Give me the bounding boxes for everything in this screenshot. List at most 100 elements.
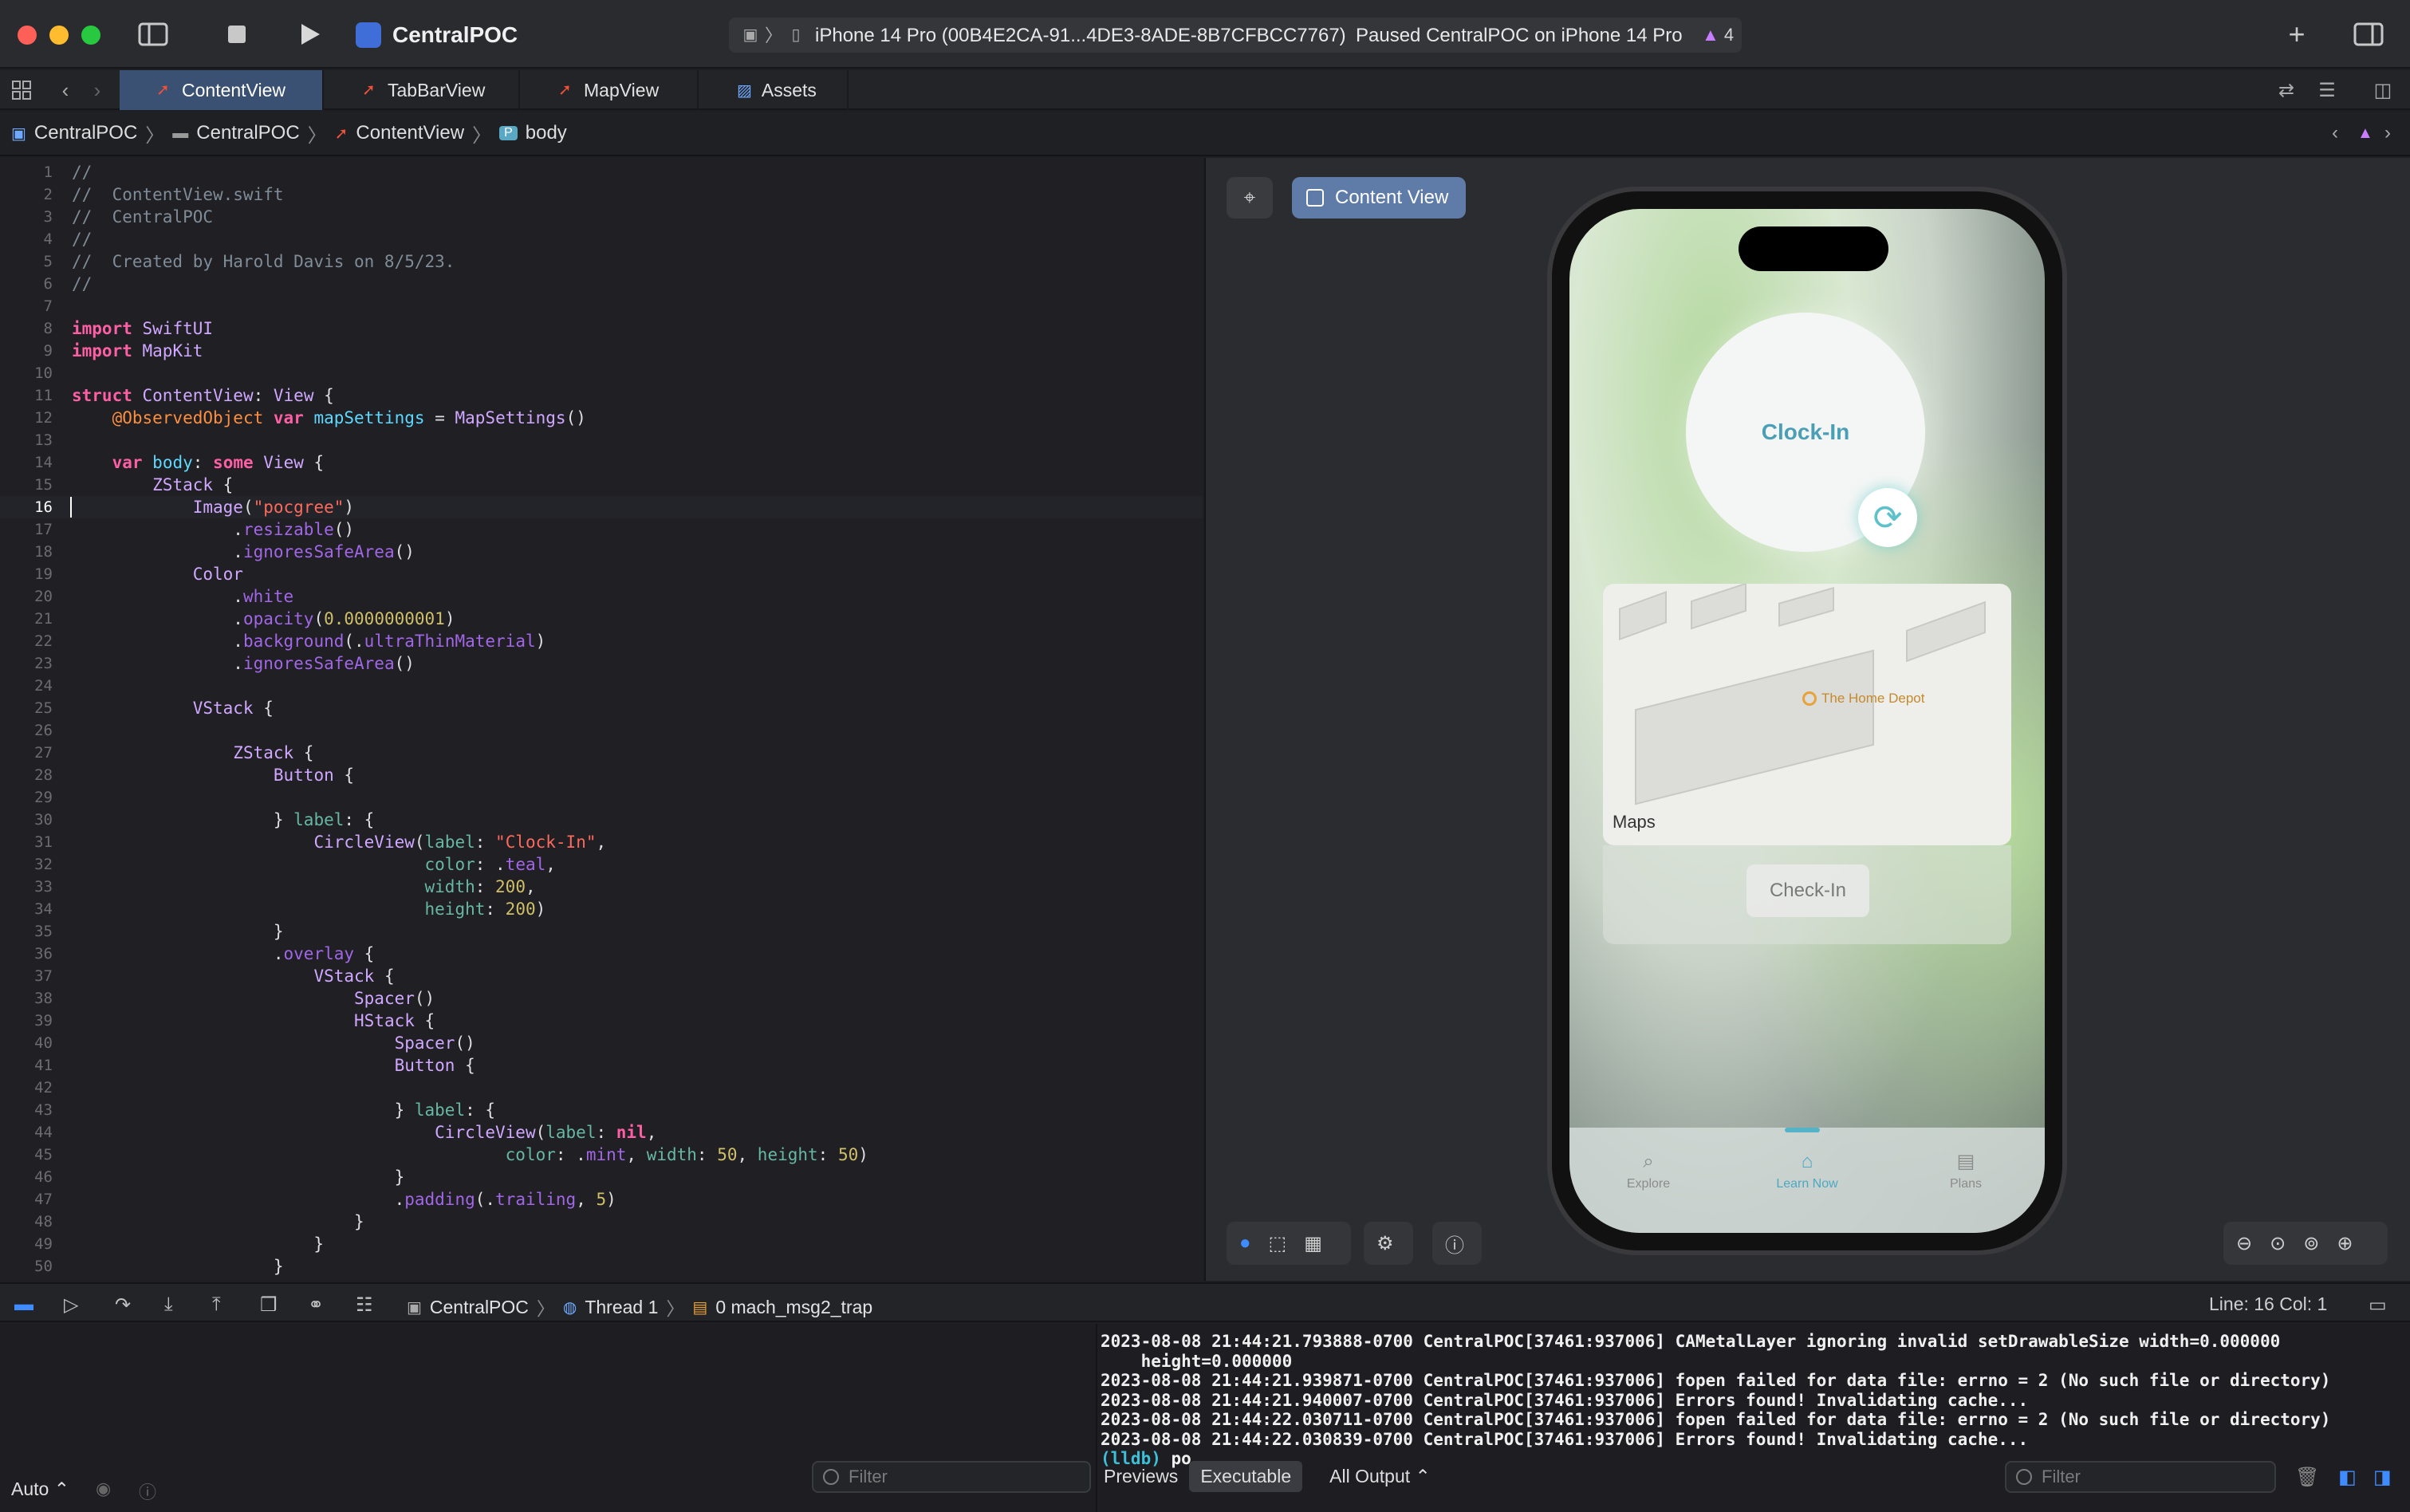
code-text[interactable]: } label: { <box>72 1099 495 1121</box>
line-number[interactable]: 48 <box>0 1211 53 1233</box>
maximize-window-button[interactable] <box>81 26 100 45</box>
warning-icon[interactable]: ▲ <box>2357 124 2373 143</box>
code-text[interactable]: .ignoresSafeArea() <box>72 652 415 675</box>
code-text[interactable]: // <box>72 273 92 295</box>
environment-overrides-icon[interactable]: ☷ <box>356 1293 373 1317</box>
code-text[interactable]: Image("pocgree") <box>72 496 354 518</box>
code-text[interactable]: Color <box>72 563 243 585</box>
refresh-icon[interactable]: ⟳ <box>1858 488 1917 547</box>
code-text[interactable]: HStack { <box>72 1010 435 1032</box>
navigator-toggle-icon[interactable] <box>137 18 169 51</box>
code-text[interactable]: .padding(.trailing, 5) <box>72 1188 616 1211</box>
line-number[interactable]: 39 <box>0 1010 53 1032</box>
device-screen[interactable]: Clock-In ⟳ The Home Depot Maps Check-In <box>1569 209 2045 1233</box>
code-text[interactable]: .ignoresSafeArea() <box>72 541 415 563</box>
line-number[interactable]: 43 <box>0 1099 53 1121</box>
code-text[interactable]: // <box>72 161 92 183</box>
code-text[interactable]: } <box>72 1233 324 1255</box>
line-number[interactable]: 6 <box>0 273 53 295</box>
line-number[interactable]: 36 <box>0 943 53 965</box>
code-text[interactable]: // <box>72 228 92 250</box>
line-number[interactable]: 37 <box>0 965 53 987</box>
line-number[interactable]: 34 <box>0 898 53 920</box>
code-text[interactable]: import MapKit <box>72 340 203 362</box>
line-number[interactable]: 5 <box>0 250 53 273</box>
pin-icon[interactable]: ⌖ <box>1227 177 1273 219</box>
step-over-icon[interactable]: ↷ <box>115 1293 131 1317</box>
line-number[interactable]: 19 <box>0 563 53 585</box>
code-text[interactable]: struct ContentView: View { <box>72 384 334 407</box>
code-text[interactable]: import SwiftUI <box>72 317 213 340</box>
next-issue-icon[interactable]: › <box>2384 122 2391 144</box>
code-text[interactable]: CircleView(label: "Clock-In", <box>72 831 606 853</box>
line-number[interactable]: 47 <box>0 1188 53 1211</box>
hide-debug-area-icon[interactable]: ▭ <box>2369 1293 2387 1317</box>
code-text[interactable]: var body: some View { <box>72 451 325 474</box>
minimize-window-button[interactable] <box>49 26 69 45</box>
check-in-button[interactable]: Check-In <box>1746 864 1869 917</box>
warning-badge[interactable]: ▲ 4 <box>1702 25 1734 45</box>
breadcrumb-symbol[interactable]: body <box>526 122 567 144</box>
swap-icon[interactable]: ⇄ <box>2274 73 2298 107</box>
line-number[interactable]: 21 <box>0 608 53 630</box>
info-icon[interactable]: ⓘ <box>139 1479 156 1504</box>
continue-icon[interactable]: ▷ <box>64 1293 78 1317</box>
close-window-button[interactable] <box>18 26 37 45</box>
code-text[interactable]: // CentralPOC <box>72 206 213 228</box>
code-text[interactable]: } <box>72 920 284 943</box>
line-number[interactable]: 8 <box>0 317 53 340</box>
code-text[interactable]: Button { <box>72 1054 475 1077</box>
line-number[interactable]: 41 <box>0 1054 53 1077</box>
debug-frame[interactable]: 0 mach_msg2_trap <box>715 1297 872 1318</box>
step-out-icon[interactable]: ⤒ <box>212 1293 221 1316</box>
tab-learn-now[interactable]: ⌂ Learn Now <box>1747 1152 1867 1191</box>
line-number[interactable]: 46 <box>0 1166 53 1188</box>
show-console-icon[interactable]: ◨ <box>2373 1466 2392 1489</box>
line-number[interactable]: 49 <box>0 1233 53 1255</box>
code-text[interactable]: } <box>72 1166 405 1188</box>
output-selector[interactable]: All Output ⌃ <box>1329 1466 1431 1487</box>
line-number[interactable]: 20 <box>0 585 53 608</box>
debug-project[interactable]: CentralPOC <box>430 1297 529 1318</box>
tab-plans[interactable]: ▤ Plans <box>1906 1152 2026 1191</box>
line-number[interactable]: 1 <box>0 161 53 183</box>
code-text[interactable]: // ContentView.swift <box>72 183 284 206</box>
line-number[interactable]: 28 <box>0 764 53 786</box>
run-destination[interactable]: iPhone 14 Pro (00B4E2CA-91...4DE3-8ADE-8… <box>815 25 1346 47</box>
tab-tabbarview[interactable]: ➚ TabBarView <box>325 70 520 110</box>
line-number[interactable]: 32 <box>0 853 53 876</box>
breadcrumb-folder[interactable]: CentralPOC <box>196 122 299 144</box>
code-text[interactable]: .overlay { <box>72 943 374 965</box>
code-text[interactable]: height: 200) <box>72 898 546 920</box>
zoom-in-icon[interactable]: ⊕ <box>2337 1232 2353 1255</box>
line-number[interactable]: 23 <box>0 652 53 675</box>
selectable-mode-icon[interactable]: ⬚ <box>1269 1232 1287 1255</box>
live-mode-icon[interactable]: ● <box>1239 1232 1251 1254</box>
line-number[interactable]: 27 <box>0 742 53 764</box>
inspector-toggle-icon[interactable] <box>2353 18 2384 51</box>
code-text[interactable]: Button { <box>72 764 354 786</box>
step-into-icon[interactable]: ⤓ <box>164 1293 173 1316</box>
line-number[interactable]: 3 <box>0 206 53 228</box>
device-settings-icon[interactable]: ⚙ <box>1364 1222 1413 1265</box>
code-text[interactable]: .white <box>72 585 293 608</box>
line-number[interactable]: 25 <box>0 697 53 719</box>
map-poi[interactable]: The Home Depot <box>1802 691 1924 707</box>
code-text[interactable]: ZStack { <box>72 742 313 764</box>
line-number[interactable]: 33 <box>0 876 53 898</box>
line-number[interactable]: 44 <box>0 1121 53 1144</box>
line-number[interactable]: 40 <box>0 1032 53 1054</box>
tab-explore[interactable]: ⌕ Explore <box>1589 1152 1708 1191</box>
view-hierarchy-icon[interactable]: ❒ <box>260 1293 278 1317</box>
line-number[interactable]: 50 <box>0 1255 53 1278</box>
source-editor[interactable]: 1 // 2 // ContentView.swift 3 // CentralPOC 4 /… <box>0 158 1203 1281</box>
code-text[interactable]: } <box>72 1255 284 1278</box>
forward-icon[interactable]: › <box>89 73 105 107</box>
executable-tab[interactable]: Executable <box>1189 1461 1303 1492</box>
line-number[interactable]: 29 <box>0 786 53 809</box>
line-number[interactable]: 15 <box>0 474 53 496</box>
debug-thread[interactable]: Thread 1 <box>585 1297 658 1318</box>
line-number[interactable]: 17 <box>0 518 53 541</box>
line-number[interactable]: 11 <box>0 384 53 407</box>
line-number[interactable]: 18 <box>0 541 53 563</box>
